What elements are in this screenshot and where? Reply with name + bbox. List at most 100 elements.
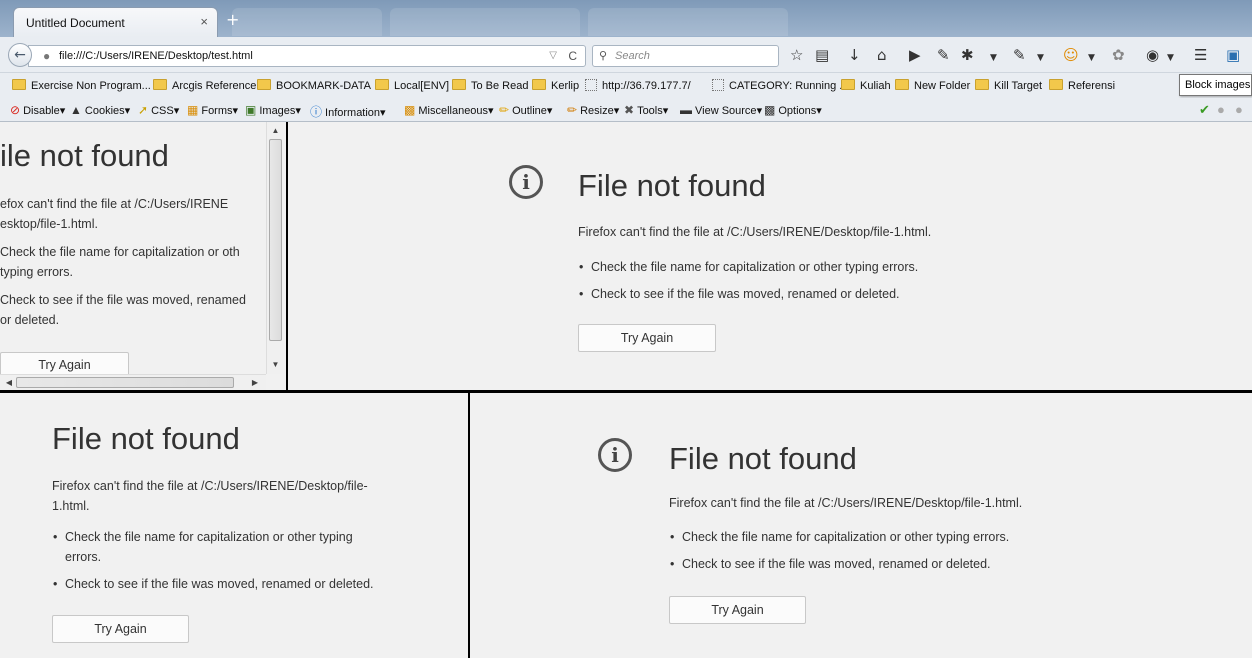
menu-resize[interactable]: ✏ Resize▾ [567, 103, 619, 117]
bookmark-label: Kerlip [551, 80, 580, 92]
vertical-scrollbar[interactable]: ▲ ▼ [266, 122, 283, 374]
pen-icon[interactable]: ✎ [937, 47, 950, 63]
bullet-item: Check to see if the file was moved, rena… [0, 290, 246, 330]
url-bar[interactable]: ● file:///C:/Users/IRENE/Desktop/test.ht… [28, 45, 586, 67]
bookmark-folder[interactable]: Arcgis Reference [153, 79, 256, 92]
background-tab[interactable] [588, 8, 788, 36]
bookmark-folder[interactable]: New Folder [895, 79, 970, 92]
search-input[interactable]: ⚲ Search [592, 45, 779, 67]
horizontal-scrollbar[interactable]: ◀ ▶ [0, 374, 266, 390]
back-button[interactable]: ← [8, 43, 32, 67]
scroll-right-arrow-icon[interactable]: ▶ [250, 378, 260, 387]
bullet-line: or deleted. [0, 313, 60, 327]
bookmark-folder[interactable]: To Be Read [452, 79, 528, 92]
web-developer-toolbar: ⊘ Disable▾ ▲ Cookies▾ ➚ CSS▾ ▦ Forms▾ ▣ Image… [0, 98, 1252, 122]
youtube-icon[interactable]: ▶ [909, 47, 921, 63]
page-icon [585, 79, 597, 91]
scroll-up-arrow-icon[interactable]: ▲ [267, 126, 284, 135]
downloads-icon[interactable]: ↓ [848, 47, 861, 63]
scroll-down-arrow-icon[interactable]: ▼ [267, 360, 284, 369]
greasemonkey-icon[interactable]: ☺ [1063, 47, 1079, 63]
menu-css[interactable]: ➚ CSS▾ [138, 103, 179, 117]
active-tab[interactable]: Untitled Document × [13, 7, 218, 37]
bookmark-label: Exercise Non Program... [31, 80, 151, 92]
menu-disable[interactable]: ⊘ Disable▾ [10, 103, 65, 117]
scrollbar-thumb[interactable] [269, 139, 282, 341]
bookmark-folder[interactable]: BOOKMARK-DATA [257, 79, 371, 92]
block-images-icon[interactable]: ▣ [1226, 47, 1240, 63]
home-icon[interactable]: ⌂ [877, 47, 887, 63]
tab-close-icon[interactable]: × [200, 14, 208, 29]
menu-outline[interactable]: ✏ Outline▾ [499, 103, 552, 117]
menu-miscellaneous[interactable]: ▩ Miscellaneous▾ [404, 103, 494, 117]
chevron-down-icon[interactable]: ▼ [1167, 50, 1174, 66]
background-tab[interactable] [390, 8, 580, 36]
options-icon: ▩ [764, 103, 776, 117]
validation-ok-icon[interactable]: ✔ [1199, 102, 1210, 118]
list-item: Check the file name for capitalization o… [670, 527, 1009, 547]
bookmark-label: Kill Target [994, 80, 1043, 92]
scrollbar-thumb[interactable] [16, 377, 234, 388]
list-item: Check to see if the file was moved, rena… [53, 574, 373, 594]
navigation-bar: ● file:///C:/Users/IRENE/Desktop/test.ht… [0, 37, 1252, 73]
menu-label: Forms [201, 105, 233, 117]
bookmark-folder[interactable]: Kill Target [975, 79, 1042, 92]
color-wheel-icon[interactable]: ◉ [1146, 47, 1159, 63]
picker-icon[interactable]: ✎ [1013, 47, 1026, 63]
bookmark-folder[interactable]: Kuliah [841, 79, 891, 92]
folder-icon [153, 79, 167, 90]
try-again-button[interactable]: Try Again [52, 615, 189, 643]
error-title: File not found [578, 168, 766, 203]
bookmark-label: New Folder [914, 80, 971, 92]
scroll-left-arrow-icon[interactable]: ◀ [4, 378, 14, 387]
reading-list-icon[interactable]: ▤ [815, 47, 829, 63]
suggestion-list: Check the file name for capitalization o… [53, 527, 373, 594]
menu-icon[interactable]: ☰ [1194, 47, 1207, 63]
bookmark-folder[interactable]: Referensi [1049, 79, 1115, 92]
menu-forms[interactable]: ▦ Forms▾ [187, 103, 238, 117]
frame-top-left: ile not found efox can't find the file a… [0, 122, 287, 390]
bookmark-link[interactable]: http://36.79.177.7/ [585, 79, 691, 92]
frame-divider[interactable] [286, 122, 288, 390]
background-tab[interactable] [232, 8, 382, 36]
status-gray-icon[interactable]: ● [1217, 102, 1225, 117]
chevron-down-icon[interactable]: ▼ [990, 50, 997, 66]
bookmark-folder[interactable]: Exercise Non Program... [12, 79, 151, 92]
bookmark-link[interactable]: CATEGORY: Running ... [712, 79, 848, 92]
bookmark-folder[interactable]: Kerlip [532, 79, 579, 92]
menu-tools[interactable]: ✖ Tools▾ [624, 103, 668, 117]
bookmark-label: CATEGORY: Running ... [729, 80, 849, 92]
error-description-line: efox can't find the file at /C:/Users/IR… [0, 197, 229, 211]
error-title: File not found [52, 421, 240, 456]
suggestion-list: Check the file name for capitalization o… [670, 527, 1009, 574]
url-dropdown-icon[interactable]: ▽ [549, 50, 557, 61]
menu-options[interactable]: ▩ Options▾ [764, 103, 822, 117]
menu-cookies[interactable]: ▲ Cookies▾ [70, 103, 130, 117]
bookmark-label: Local[ENV] [394, 80, 450, 92]
css-icon: ➚ [138, 103, 149, 117]
bookmark-star-icon[interactable]: ☆ [790, 47, 803, 63]
menu-information[interactable]: ⓘ Information▾ [310, 103, 386, 120]
folder-icon [1049, 79, 1063, 90]
menu-label: Outline [512, 105, 547, 117]
extension-icon[interactable]: ✿ [1112, 47, 1125, 63]
view-source-icon: ▬ [680, 103, 692, 117]
list-item: Check to see if the file was moved, rena… [579, 284, 918, 304]
try-again-button[interactable]: Try Again [578, 324, 716, 352]
suggestion-list: Check the file name for capitalization o… [579, 257, 918, 304]
reload-icon[interactable]: C [568, 49, 577, 63]
error-description: efox can't find the file at /C:/Users/IR… [0, 194, 228, 234]
tooltip: Block images [1179, 74, 1252, 96]
chevron-down-icon[interactable]: ▼ [1037, 50, 1044, 66]
bullet-line: Check the file name for capitalization o… [0, 245, 240, 259]
try-again-button[interactable]: Try Again [669, 596, 806, 624]
bookmark-folder[interactable]: Local[ENV] [375, 79, 449, 92]
menu-images[interactable]: ▣ Images▾ [245, 103, 301, 117]
wand-icon[interactable]: ✱ [961, 47, 974, 63]
tab-title: Untitled Document [26, 16, 125, 30]
url-text: file:///C:/Users/IRENE/Desktop/test.html [59, 50, 253, 62]
menu-view-source[interactable]: ▬ View Source▾ [680, 103, 762, 117]
new-tab-icon[interactable]: + [226, 10, 239, 29]
chevron-down-icon[interactable]: ▼ [1088, 50, 1095, 66]
status-gray-icon[interactable]: ● [1235, 102, 1243, 117]
